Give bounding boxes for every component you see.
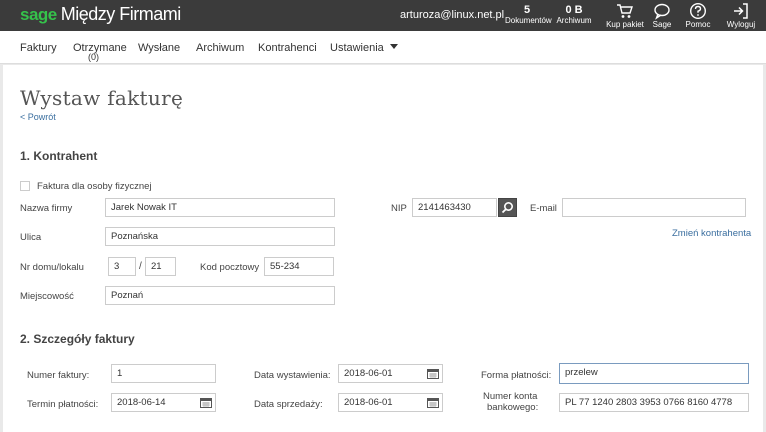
- city-label: Miejscowość: [20, 291, 74, 302]
- email-input[interactable]: [562, 198, 746, 217]
- invoice-number-input[interactable]: 1: [111, 364, 216, 383]
- chat-bubble-icon: [654, 3, 670, 20]
- change-contractor-link[interactable]: Zmień kontrahenta: [672, 228, 751, 239]
- contractor-section-title: 1. Kontrahent: [20, 149, 98, 163]
- help-label: Pomoc: [685, 20, 711, 29]
- nav-item-received[interactable]: Otrzymane: [73, 42, 127, 54]
- bank-account-label-line2: bankowego:: [487, 402, 539, 413]
- company-name-label: Nazwa firmy: [20, 203, 73, 214]
- street-label: Ulica: [20, 232, 42, 243]
- payment-term-label: Termin płatności:: [27, 399, 99, 410]
- back-link[interactable]: < Powrót: [20, 112, 56, 122]
- archive-size: 0 B: [565, 4, 583, 16]
- main-content: Wystaw fakturę < Powrót 1. Kontrahent Fa…: [3, 65, 763, 432]
- caret-down-icon: [389, 44, 398, 49]
- street-input[interactable]: Poznańska: [105, 227, 335, 246]
- payment-form-select[interactable]: przelew: [559, 363, 749, 384]
- nav-item-sent[interactable]: Wysłane: [138, 42, 180, 54]
- city-input[interactable]: Poznań: [105, 286, 335, 305]
- logout-button[interactable]: Wyloguj: [726, 2, 756, 29]
- email-label: E-mail: [530, 203, 557, 214]
- search-icon: [501, 201, 514, 214]
- issue-date-label: Data wystawienia:: [254, 370, 331, 381]
- buy-package-label: Kup pakiet: [606, 20, 644, 29]
- logout-label: Wyloguj: [726, 20, 756, 29]
- nip-label: NIP: [391, 203, 407, 214]
- logo-product: Między Firmami: [60, 4, 182, 24]
- nav-item-invoices[interactable]: Faktury: [20, 42, 57, 54]
- nip-search-button[interactable]: [498, 198, 517, 217]
- nav-item-settings-label: Ustawienia: [330, 42, 384, 54]
- company-name-input[interactable]: Jarek Nowak IT: [105, 198, 335, 217]
- postal-code-label: Kod pocztowy: [200, 262, 260, 273]
- postal-code-input[interactable]: 55-234: [264, 257, 334, 276]
- app-logo[interactable]: sage Między Firmami: [20, 4, 181, 25]
- nav-item-settings[interactable]: Ustawienia: [330, 42, 398, 54]
- calendar-icon[interactable]: [427, 397, 439, 408]
- invoice-details-section-title: 2. Szczegóły faktury: [20, 332, 135, 346]
- calendar-icon[interactable]: [200, 397, 212, 408]
- sage-button[interactable]: Sage: [650, 2, 674, 29]
- logout-icon: [734, 3, 748, 19]
- help-icon: [689, 2, 707, 20]
- private-person-checkbox[interactable]: [20, 181, 30, 191]
- documents-count: 5: [523, 4, 531, 16]
- documents-label: Dokumentów: [505, 16, 552, 25]
- nip-input[interactable]: 2141463430: [412, 198, 497, 217]
- nav-item-archive[interactable]: Archiwum: [196, 42, 244, 54]
- archive-label: Archiwum: [556, 16, 592, 25]
- bank-account-input[interactable]: PL 77 1240 2803 3953 0766 8160 4778: [559, 393, 749, 412]
- user-email: arturoza@linux.net.pl: [400, 9, 505, 21]
- archive-counter: 0 B Archiwum: [555, 4, 593, 26]
- apartment-number-input[interactable]: 21: [145, 257, 176, 276]
- received-count-badge: (0): [88, 52, 99, 62]
- house-separator: /: [139, 261, 142, 272]
- bank-account-label-line1: Numer konta: [483, 391, 538, 402]
- main-nav: Faktury Otrzymane (0) Wysłane Archiwum K…: [0, 31, 766, 64]
- house-number-input[interactable]: 3: [108, 257, 136, 276]
- invoice-number-label: Numer faktury:: [27, 370, 90, 381]
- house-number-label: Nr domu/lokalu: [20, 262, 84, 273]
- calendar-icon[interactable]: [427, 368, 439, 379]
- nav-item-contractors[interactable]: Kontrahenci: [258, 42, 317, 54]
- top-bar: sage Między Firmami arturoza@linux.net.pl…: [0, 0, 766, 31]
- sage-label: Sage: [652, 20, 672, 29]
- cart-icon: [617, 4, 633, 18]
- help-button[interactable]: Pomoc: [684, 2, 712, 29]
- documents-counter: 5 Dokumentów: [505, 4, 552, 26]
- logo-brand: sage: [20, 5, 57, 24]
- private-person-label: Faktura dla osoby fizycznej: [37, 181, 152, 192]
- sale-date-label: Data sprzedaży:: [254, 399, 323, 410]
- bank-account-label: Numer konta bankowego:: [481, 391, 538, 413]
- payment-form-label: Forma płatności:: [481, 370, 552, 381]
- buy-package-button[interactable]: Kup pakiet: [606, 2, 644, 29]
- page-title: Wystaw fakturę: [20, 86, 184, 110]
